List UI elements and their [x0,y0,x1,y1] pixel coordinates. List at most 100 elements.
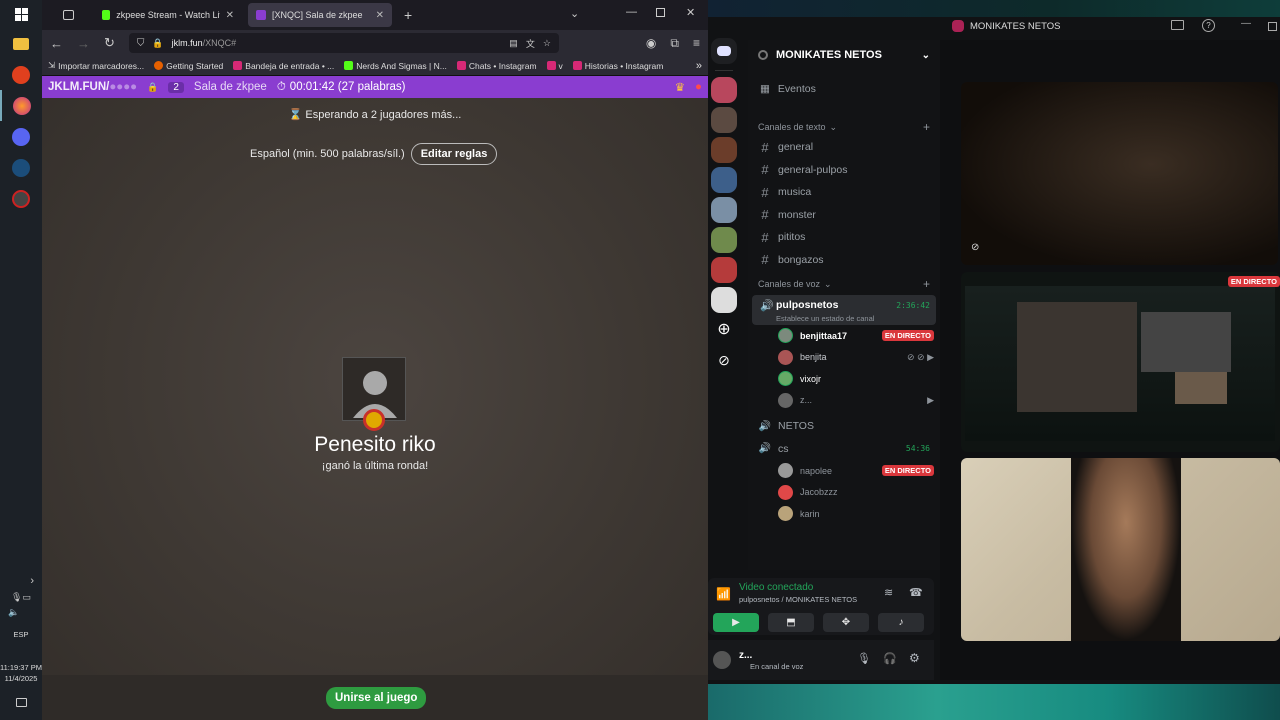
channel-monster[interactable]: # monster [748,204,940,227]
voice-user-benjita[interactable]: benjita ⊘ ⊘ ▶ [748,347,940,369]
camera-button[interactable]: ▶ [713,613,759,632]
reader-view-icon[interactable]: ▤ [509,38,518,49]
channel-pititos[interactable]: # pititos [748,226,940,249]
screen-share-button[interactable]: ⬒ [768,613,814,632]
firefox-icon[interactable] [0,90,42,121]
url-bar[interactable]: ⛉ 🔒 jklm.fun/XNQC# ▤ 文 ☆ [128,33,559,53]
server-icon[interactable] [711,107,737,133]
bookmark-getting-started[interactable]: Getting Started [154,61,223,71]
bookmark-star-icon[interactable]: ☆ [543,38,551,49]
channel-general[interactable]: # general [748,136,940,159]
app-record-icon[interactable] [0,183,42,214]
video-tile-screen-share[interactable]: EN DIRECTO [961,272,1280,452]
disconnect-icon[interactable]: ☎ [909,586,923,599]
voice-channel-cs[interactable]: 🔊 cs 54:36 [748,438,940,461]
tab-list-chevron-icon[interactable]: ⌄ [570,7,579,20]
voice-user-benjittaa17[interactable]: benjittaa17 EN DIRECTO [748,325,940,347]
more-bookmarks-icon[interactable]: » [696,60,702,72]
tab-close-icon[interactable]: ✕ [226,10,234,21]
microphone-icon[interactable]: 🎙 [857,652,871,665]
bookmark-v[interactable]: v [546,61,563,71]
minimize-icon[interactable]: — [626,6,637,18]
volume-icon[interactable]: 🔈 [0,605,42,620]
voice-category[interactable]: Canales de voz ⌄ + [748,275,940,293]
language-indicator[interactable]: ESP [13,620,28,648]
voice-user-jacobzzz[interactable]: Jacobzzz [748,482,940,504]
menu-icon[interactable]: ≡ [693,36,700,50]
reload-icon[interactable]: ↻ [104,35,115,51]
settings-gear-icon[interactable]: ⚙ [909,651,920,665]
server-icon[interactable] [711,257,737,283]
server-icon[interactable] [711,77,737,103]
notifications-icon[interactable] [0,684,42,720]
rtc-location[interactable]: pulposnetos / MONIKATES NETOS [739,595,857,604]
maximize-icon[interactable] [656,8,665,17]
user-name[interactable]: z... [739,650,752,661]
steam-icon[interactable] [0,152,42,183]
account-icon[interactable]: ◉ [646,36,656,50]
channel-musica[interactable]: # musica [748,181,940,204]
translate-icon[interactable]: 文 [526,37,535,50]
avatar[interactable] [713,651,731,669]
maximize-icon[interactable] [1268,22,1277,31]
video-tile-webcam-2[interactable] [961,458,1280,641]
windows-start-icon[interactable] [0,0,42,28]
bookmark-inbox[interactable]: Bandeja de entrada • ... [233,61,334,71]
tab-close-icon[interactable]: ✕ [376,10,384,21]
server-header[interactable]: MONIKATES NETOS ⌄ [748,40,940,70]
channel-general-pulpos[interactable]: # general-pulpos [748,159,940,182]
edit-rules-button[interactable]: Editar reglas [410,143,498,165]
server-icon[interactable] [711,137,737,163]
voice-user-napolee[interactable]: napolee EN DIRECTO [748,460,940,482]
crown-icon[interactable]: ♛ [675,80,685,94]
shield-icon[interactable]: ⛉ [137,38,145,49]
add-server-icon[interactable]: ⊕ [711,317,737,343]
discord-icon[interactable] [0,121,42,152]
discord-home-icon[interactable] [711,38,737,64]
noise-suppression-icon[interactable]: ≋ [884,586,893,599]
events-item[interactable]: ▦ Eventos [748,70,940,108]
bookmark-chats[interactable]: Chats • Instagram [456,61,537,71]
text-category[interactable]: Canales de texto ⌄ + [748,118,940,136]
rtc-status[interactable]: Video conectado [739,582,813,593]
back-icon[interactable]: ← [50,36,63,51]
tab-overview-icon[interactable] [42,10,94,20]
clock[interactable]: 11:19:37 PM 11/4/2025 [0,662,42,684]
video-tile-webcam-1[interactable]: ⊘ [961,82,1278,265]
bookmark-stories[interactable]: Historias • Instagram [572,61,663,71]
minimize-icon[interactable]: — [1241,18,1251,29]
file-explorer-icon[interactable] [0,28,42,59]
soundboard-button[interactable]: ♪ [878,613,924,632]
voice-user-z[interactable]: z... ▶ [748,390,940,412]
explore-icon[interactable]: ⊘ [711,347,737,373]
add-channel-icon[interactable]: + [923,120,930,134]
bookmark-import[interactable]: ⇲ Importar marcadores... [48,60,144,71]
server-icon[interactable] [711,197,737,223]
help-icon[interactable]: ? [1202,19,1215,32]
voice-user-karin[interactable]: karin [748,503,940,525]
add-channel-icon[interactable]: + [923,277,930,291]
voice-user-vixojr[interactable]: vixojr [748,368,940,390]
new-tab-icon[interactable]: + [404,7,412,23]
headphones-icon[interactable]: 🎧 [883,652,897,665]
tab-kick-stream[interactable]: zkpeee Stream - Watch Live on ✕ [94,3,242,27]
voice-channel-netos[interactable]: 🔊 NETOS [748,415,940,438]
server-icon[interactable] [711,227,737,253]
server-icon[interactable] [711,167,737,193]
join-game-button[interactable]: Unirse al juego [326,687,427,709]
inbox-icon[interactable] [1171,20,1184,30]
record-icon[interactable]: ● [695,81,702,93]
extensions-icon[interactable]: ⧉ [670,36,679,51]
voice-channel-pulposnetos[interactable]: 🔊 pulposnetos 2:36:42 Establece un estad… [752,295,936,325]
room-lock-icon[interactable]: 🔒 [147,82,158,93]
site-logo[interactable]: JKLM.FUN/●●●● [48,81,137,93]
app-orange-icon[interactable] [0,59,42,90]
url-text[interactable]: jklm.fun/XNQC# [172,38,237,48]
forward-icon[interactable]: → [77,36,90,51]
server-icon[interactable] [711,287,737,313]
tab-jklm-room[interactable]: [XNQC] Sala de zkpee ✕ [248,3,392,27]
chevron-up-icon[interactable]: › [0,572,42,590]
channel-bongazos[interactable]: # bongazos [748,249,940,272]
close-window-icon[interactable]: ✕ [686,6,695,19]
mic-network-icon[interactable]: 🎙▭ [0,590,42,605]
